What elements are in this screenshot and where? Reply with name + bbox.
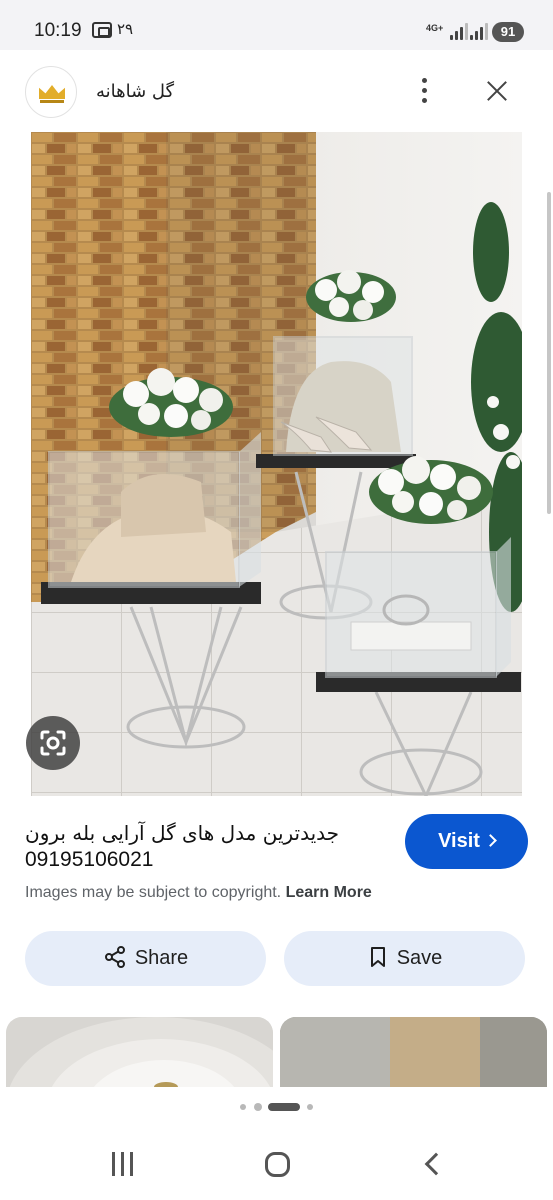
- pager-dot-active: [268, 1103, 300, 1111]
- google-lens-button[interactable]: [26, 716, 80, 770]
- recents-icon[interactable]: [110, 1152, 136, 1176]
- product-photo[interactable]: [31, 132, 522, 796]
- bookmark-icon: [370, 946, 385, 967]
- pager-dot: [307, 1104, 313, 1110]
- save-label: Save: [396, 947, 443, 969]
- system-nav-bar: [0, 1130, 553, 1200]
- copyright-text: Images may be subject to copyright.: [25, 884, 282, 901]
- related-image-thumbnail[interactable]: [280, 1017, 547, 1087]
- site-name[interactable]: گل شاهانه: [96, 81, 174, 102]
- copyright-notice: Images may be subject to copyright. Lear…: [25, 884, 372, 902]
- image-title: جدیدترین مدل های گل آرایی بله برون: [25, 821, 340, 845]
- notification-count: ۲۹: [117, 20, 134, 38]
- carousel-pager: [0, 1101, 553, 1113]
- visit-label: Visit: [438, 830, 480, 852]
- home-icon[interactable]: [265, 1152, 290, 1177]
- share-label: Share: [134, 947, 189, 969]
- visit-button[interactable]: Visit: [405, 814, 528, 869]
- chevron-right-icon: [484, 834, 497, 847]
- screen-cast-icon: [92, 22, 112, 38]
- battery-indicator: 91: [492, 22, 524, 42]
- status-time: 10:19: [34, 20, 82, 41]
- google-lens-icon: [40, 730, 66, 756]
- crown-icon: [39, 85, 65, 99]
- status-bar: 10:19 ۲۹ 4G+ 91: [0, 0, 553, 50]
- share-icon: [104, 945, 125, 968]
- save-button[interactable]: Save: [284, 931, 525, 986]
- pager-dot: [254, 1103, 262, 1111]
- related-image-thumbnail[interactable]: [6, 1017, 273, 1087]
- network-type: 4G+: [426, 23, 444, 33]
- pager-dot: [240, 1104, 246, 1110]
- site-logo[interactable]: [25, 66, 77, 118]
- app-header: گل شاهانه: [0, 50, 553, 132]
- learn-more-link[interactable]: Learn More: [286, 884, 372, 901]
- scrollbar[interactable]: [547, 192, 551, 514]
- more-vert-icon[interactable]: [415, 76, 433, 106]
- image-phone: 09195106021: [25, 848, 154, 871]
- signal-icon: [450, 22, 468, 40]
- close-icon[interactable]: [482, 76, 512, 106]
- image-viewer: [0, 132, 553, 796]
- back-icon[interactable]: [424, 1152, 448, 1176]
- signal-icon: [470, 22, 488, 40]
- share-button[interactable]: Share: [25, 931, 266, 986]
